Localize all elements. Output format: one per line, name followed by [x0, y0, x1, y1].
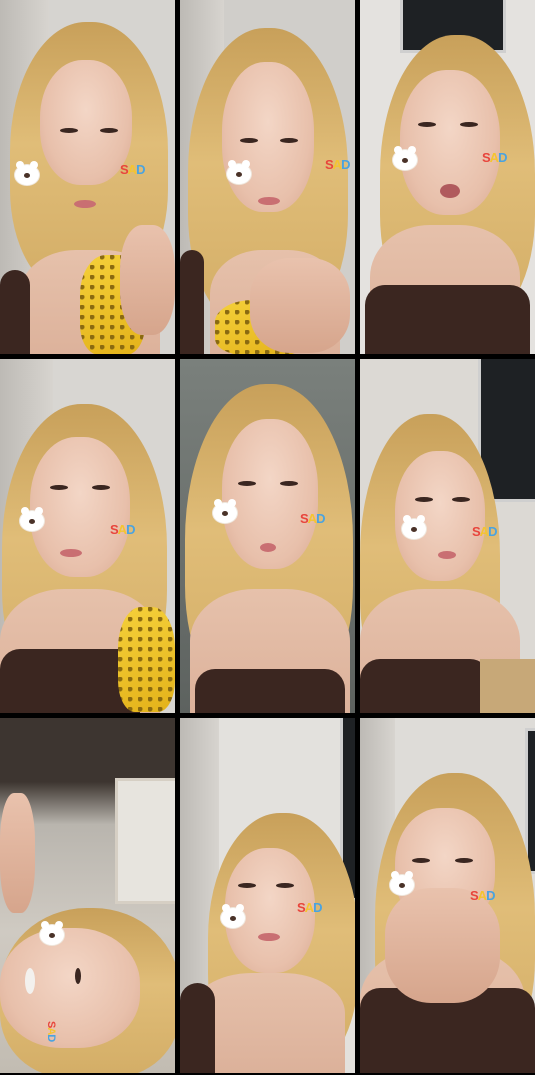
sad-sticker: SAD: [470, 888, 496, 903]
sad-sticker: SAD: [472, 524, 498, 539]
video-frame-9: SAD: [360, 718, 535, 1073]
sad-sticker: SAD: [110, 522, 136, 537]
sad-sticker: SAD: [297, 900, 323, 915]
bear-sticker-icon: [227, 160, 251, 184]
video-frame-5: SAD: [180, 359, 355, 713]
sad-sticker: SAD: [300, 511, 326, 526]
bear-sticker-icon: [390, 871, 414, 895]
video-frame-3: SAD: [360, 0, 535, 354]
bear-sticker-icon: [221, 904, 245, 928]
video-collage-grid: SAD SAD SAD SAD SAD SAD SAD SAD SAD: [0, 0, 535, 1075]
sad-sticker: SAD: [45, 1021, 57, 1042]
video-frame-7: SAD: [0, 718, 175, 1073]
video-frame-1: SAD: [0, 0, 175, 354]
bear-sticker-icon: [213, 499, 237, 523]
video-frame-4: SAD: [0, 359, 175, 713]
bear-sticker-icon: [15, 161, 39, 185]
bear-sticker-icon: [393, 146, 417, 170]
video-frame-8: SAD: [180, 718, 355, 1073]
corn-cob: [118, 607, 175, 712]
sad-sticker: SAD: [482, 150, 508, 165]
bear-sticker-icon: [402, 515, 426, 539]
bear-sticker-icon: [40, 921, 64, 945]
bear-sticker-icon: [20, 507, 44, 531]
video-frame-2: SAD: [180, 0, 355, 354]
sad-sticker: SAD: [325, 157, 351, 172]
sad-sticker: SAD: [120, 162, 146, 177]
video-frame-6: SAD: [360, 359, 535, 713]
